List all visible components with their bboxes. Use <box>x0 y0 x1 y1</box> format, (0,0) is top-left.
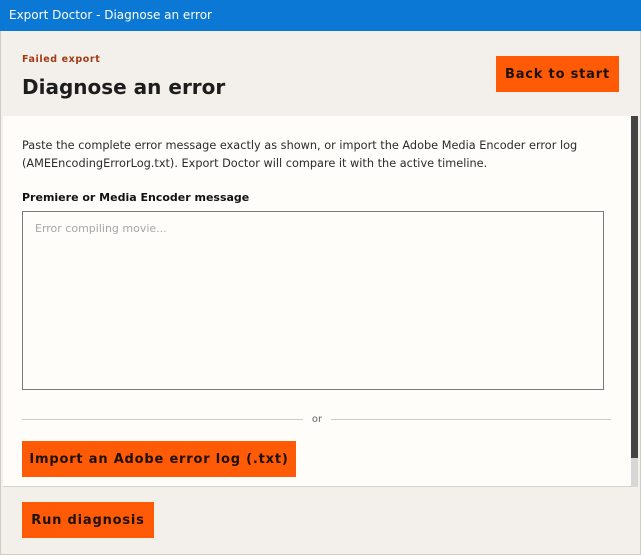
scrollbar-thumb[interactable] <box>631 116 638 458</box>
section-eyebrow: Failed export <box>22 54 101 65</box>
window-title: Export Doctor - Diagnose an error <box>0 0 641 31</box>
error-message-input[interactable] <box>22 211 604 390</box>
page-title: Diagnose an error <box>22 75 226 99</box>
run-diagnosis-button[interactable]: Run diagnosis <box>22 502 154 538</box>
back-to-start-button[interactable]: Back to start <box>496 56 619 92</box>
instructions-text: Paste the complete error message exactly… <box>22 139 578 170</box>
message-label: Premiere or Media Encoder message <box>22 191 250 204</box>
import-error-log-button[interactable]: Import an Adobe error log (.txt) <box>22 441 296 477</box>
divider-or-text: or <box>303 413 331 427</box>
